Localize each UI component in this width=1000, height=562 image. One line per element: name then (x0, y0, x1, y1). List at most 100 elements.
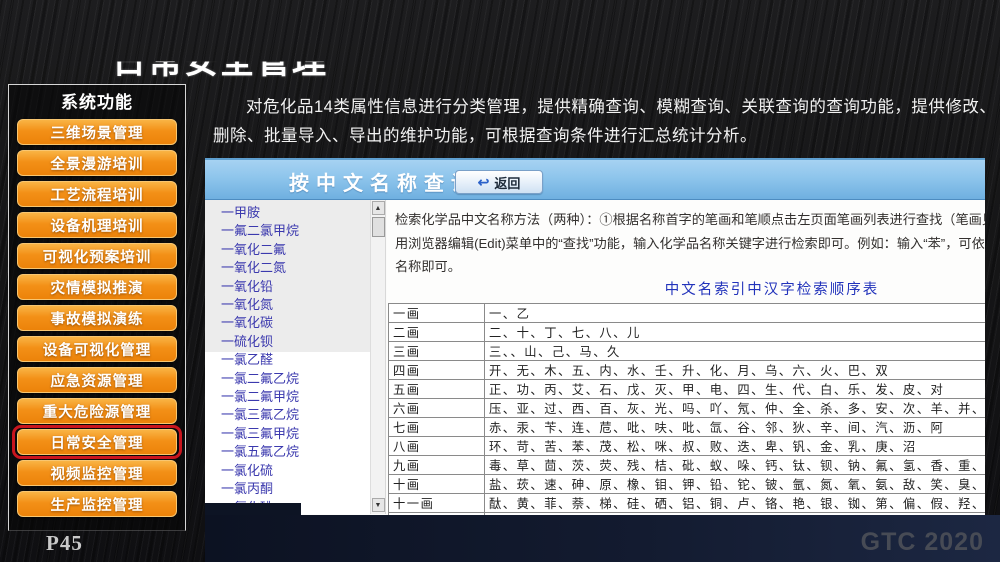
instruction-line: 检索化学品中文名称方法（两种）：①根据名称首字的笔画和笔顺点击左页面笔画列表进行… (395, 208, 985, 232)
list-item[interactable]: 一氧化氮 (221, 296, 385, 314)
instruction-line: 名称即可。 (395, 255, 985, 279)
index-table-title: 中文名索引中汉字检索顺序表 (387, 278, 985, 299)
stroke-count-cell: 一画 (389, 303, 485, 322)
table-row: 五画正、功、丙、艾、石、戊、灭、甲、电、四、生、代、白、乐、发、皮、对 (389, 379, 986, 398)
slide-description: 对危化品14类属性信息进行分类管理，提供精确查询、模糊查询、关联查询的查询功能，… (213, 93, 991, 151)
stroke-index-table-body: 一画一、乙二画二、十、丁、七、八、儿三画三、、山、己、马、久四画开、无、木、五、… (389, 303, 986, 515)
sidebar-item-9: 应急资源管理 (17, 367, 177, 393)
list-item[interactable]: 一氧化二氮 (221, 259, 385, 277)
back-arrow-icon: ↩ (478, 175, 490, 189)
characters-cell: 酞、黄、菲、萘、梯、硅、硒、铝、铜、卢、铬、艳、银、铷、第、偏、假、羟、粗、烯、… (485, 493, 986, 512)
stroke-count-cell: 七画 (389, 417, 485, 436)
table-row: 七画赤、汞、苄、连、苊、吡、呋、吡、氙、谷、邻、狄、辛、间、汽、沥、阿 (389, 417, 986, 436)
characters-cell: 三、、山、己、马、久 (485, 341, 986, 360)
sidebar-item-6: 灾情模拟推演 (17, 274, 177, 300)
sidebar-panel: 系统功能 三维场景管理全景漫游培训工艺流程培训设备机理培训可视化预案培训灾情模拟… (8, 84, 186, 531)
app-header-bar: 按中文名称查询 ↩ 返回 (205, 158, 985, 200)
sidebar-button[interactable]: 灾情模拟推演 (17, 274, 177, 300)
characters-cell: 环、苛、苦、苯、茂、松、咪、叔、败、迭、卑、钒、金、乳、庚、沼 (485, 436, 986, 455)
list-item[interactable]: 一氧化铅 (221, 278, 385, 296)
chemical-items: 一甲胺一氟二氯甲烷一氧化二氟一氧化二氮一氧化铅一氧化氮一氧化碳一硫化钡一氯乙醛一… (205, 200, 385, 515)
stroke-count-cell: 八画 (389, 436, 485, 455)
stroke-count-cell: 九画 (389, 455, 485, 474)
sidebar-button[interactable]: 应急资源管理 (17, 367, 177, 393)
table-row: 九画毒、草、茴、茨、荧、残、桔、砒、蚁、哚、钙、钛、钡、钠、氟、氢、香、重、保、… (389, 455, 986, 474)
search-instructions: 检索化学品中文名称方法（两种）：①根据名称首字的笔画和笔顺点击左页面笔画列表进行… (395, 208, 985, 279)
sidebar-button[interactable]: 设备机理培训 (17, 212, 177, 238)
description-line-1: 对危化品14类属性信息进行分类管理，提供精确查询、模糊查询、关联查询的查询功能，… (213, 93, 991, 122)
gtc-2020-logo: GTC 2020 (861, 528, 984, 557)
page-number: P45 (46, 531, 83, 556)
sidebar-button[interactable]: 事故模拟演练 (17, 305, 177, 331)
stroke-index-table: 一画一、乙二画二、十、丁、七、八、儿三画三、、山、己、马、久四画开、无、木、五、… (388, 303, 985, 516)
list-item[interactable]: 一氯五氟乙烷 (221, 443, 385, 461)
list-scrollbar[interactable]: ▲ ▼ (370, 200, 385, 514)
sidebar-item-3: 工艺流程培训 (17, 181, 177, 207)
stroke-count-cell: 二画 (389, 322, 485, 341)
stroke-count-cell: 三画 (389, 341, 485, 360)
list-item[interactable]: 一氯二氟甲烷 (221, 388, 385, 406)
sidebar-item-4: 设备机理培训 (17, 212, 177, 238)
stroke-count-cell: 十一画 (389, 493, 485, 512)
list-item[interactable]: 一氯三氟乙烷 (221, 406, 385, 424)
back-button[interactable]: ↩ 返回 (455, 170, 543, 194)
characters-cell: 毒、草、茴、茨、荧、残、桔、砒、蚁、哚、钙、钛、钡、钠、氟、氢、香、重、保、胂、… (485, 455, 986, 474)
sidebar-buttons: 三维场景管理全景漫游培训工艺流程培训设备机理培训可视化预案培训灾情模拟推演事故模… (9, 115, 185, 517)
description-line-2: 删除、批量导入、导出的维护功能，可根据查询条件进行汇总统计分析。 (213, 122, 991, 151)
presentation-slide: 日常安全管理 系统功能 三维场景管理全景漫游培训工艺流程培训设备机理培训可视化预… (0, 0, 1000, 562)
sidebar-button[interactable]: 工艺流程培训 (17, 181, 177, 207)
list-item[interactable]: 一氧化二氟 (221, 241, 385, 259)
sidebar-button[interactable]: 生产监控管理 (17, 491, 177, 517)
sidebar-item-11: 日常安全管理 (17, 429, 177, 455)
list-item[interactable]: 一氯丙酮 (221, 480, 385, 498)
sidebar-button[interactable]: 三维场景管理 (17, 119, 177, 145)
table-row: 十一画酞、黄、菲、萘、梯、硅、硒、铝、铜、卢、铬、艳、银、铷、第、偏、假、羟、粗… (389, 493, 986, 512)
app-screenshot: 按中文名称查询 ↩ 返回 一甲胺一氟二氯甲烷一氧化二氟一氧化二氮一氧化铅一氧化氮… (205, 158, 985, 515)
sidebar-button[interactable]: 重大危险源管理 (17, 398, 177, 424)
list-item[interactable]: 一氟二氯甲烷 (221, 222, 385, 240)
sidebar-button[interactable]: 视频监控管理 (17, 460, 177, 486)
list-item[interactable]: 一甲胺 (221, 204, 385, 222)
scrollbar-thumb[interactable] (372, 217, 385, 237)
table-row: 八画环、苛、苦、苯、茂、松、咪、叔、败、迭、卑、钒、金、乳、庚、沼 (389, 436, 986, 455)
app-title: 按中文名称查询 (289, 167, 478, 196)
list-item[interactable]: 一氯三氟甲烷 (221, 425, 385, 443)
sidebar-item-1: 三维场景管理 (17, 119, 177, 145)
sidebar-item-7: 事故模拟演练 (17, 305, 177, 331)
sidebar-button[interactable]: 日常安全管理 (17, 429, 177, 455)
table-row: 三画三、、山、己、马、久 (389, 341, 986, 360)
back-button-label: 返回 (494, 173, 520, 192)
list-item[interactable]: 一氯二氟乙烷 (221, 370, 385, 388)
scroll-up-icon[interactable]: ▲ (372, 201, 385, 215)
sidebar-header: 系统功能 (9, 85, 185, 115)
sidebar-item-5: 可视化预案培训 (17, 243, 177, 269)
stroke-count-cell: 十画 (389, 474, 485, 493)
sidebar-item-13: 生产监控管理 (17, 491, 177, 517)
list-item[interactable]: 一氯乙醛 (221, 351, 385, 369)
list-item[interactable]: 一氧化碳 (221, 314, 385, 332)
characters-cell: 盐、莰、速、砷、原、橡、钼、钾、铅、铊、铍、氩、氮、氧、氨、敌、笑、臭、害、沸、… (485, 474, 986, 493)
instruction-line: 用浏览器编辑(Edit)菜单中的“查找”功能，输入化学品名称关键字进行检索即可。… (395, 232, 985, 256)
stroke-count-cell: 六画 (389, 398, 485, 417)
app-body: 一甲胺一氟二氯甲烷一氧化二氟一氧化二氮一氧化铅一氧化氮一氧化碳一硫化钡一氯乙醛一… (205, 200, 985, 514)
sidebar-button[interactable]: 设备可视化管理 (17, 336, 177, 362)
list-item[interactable]: 一硫化钡 (221, 333, 385, 351)
stroke-count-cell: 五画 (389, 379, 485, 398)
characters-cell: 二、十、丁、七、八、儿 (485, 322, 986, 341)
sidebar-item-2: 全景漫游培训 (17, 150, 177, 176)
list-item[interactable]: 一氯化硫 (221, 462, 385, 480)
sidebar-button[interactable]: 可视化预案培训 (17, 243, 177, 269)
stroke-count-cell: 四画 (389, 360, 485, 379)
sidebar-item-8: 设备可视化管理 (17, 336, 177, 362)
search-help-content: 检索化学品中文名称方法（两种）：①根据名称首字的笔画和笔顺点击左页面笔画列表进行… (387, 200, 985, 514)
characters-cell: 赤、汞、苄、连、苊、吡、呋、吡、氙、谷、邻、狄、辛、间、汽、沥、阿 (485, 417, 986, 436)
characters-cell: 一、乙 (485, 303, 986, 322)
sidebar-button[interactable]: 全景漫游培训 (17, 150, 177, 176)
characters-cell: 正、功、丙、艾、石、戊、灭、甲、电、四、生、代、白、乐、发、皮、对 (485, 379, 986, 398)
table-row: 六画压、亚、过、西、百、灰、光、吗、吖、氖、仲、全、杀、多、安、次、羊、并、异、… (389, 398, 986, 417)
scroll-down-icon[interactable]: ▼ (372, 498, 385, 512)
sidebar-item-10: 重大危险源管理 (17, 398, 177, 424)
table-row: 四画开、无、木、五、内、水、壬、升、化、月、乌、六、火、巴、双 (389, 360, 986, 379)
characters-cell: 压、亚、过、西、百、灰、光、吗、吖、氖、仲、全、杀、多、安、次、羊、并、异、防、… (485, 398, 986, 417)
table-row: 一画一、乙 (389, 303, 986, 322)
